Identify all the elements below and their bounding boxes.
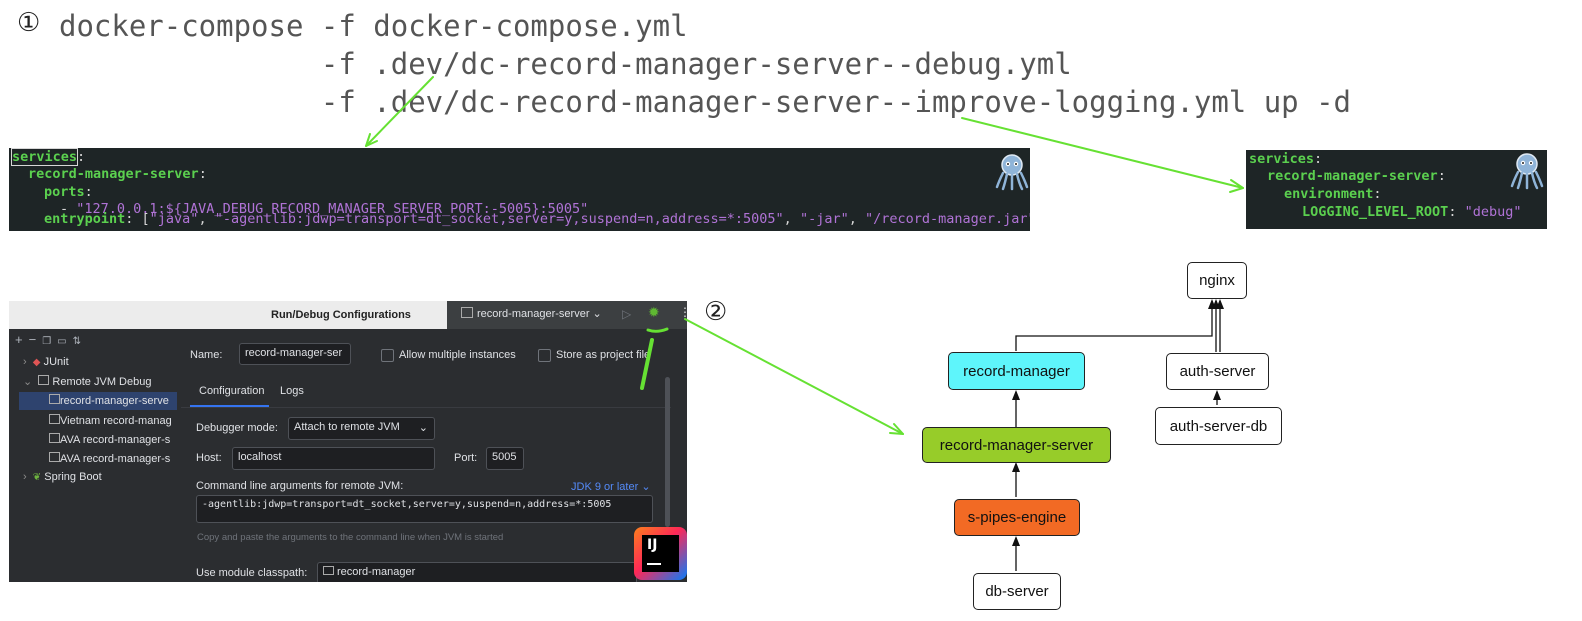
- arrow-debug-yml: [365, 76, 434, 147]
- underline-debug-button: [646, 327, 669, 333]
- annotation-arrows: [365, 76, 1244, 435]
- node-s-pipes-engine: s-pipes-engine: [954, 499, 1080, 536]
- node-record-manager: record-manager: [948, 352, 1085, 390]
- node-nginx: nginx: [1187, 262, 1247, 299]
- node-auth-server-db: auth-server-db: [1155, 407, 1282, 445]
- pointer-debug-button: [640, 338, 654, 390]
- service-dependency-diagram: nginx record-manager auth-server auth-se…: [905, 253, 1307, 621]
- node-db-server: db-server: [973, 573, 1061, 610]
- arrow-debug-button: [684, 318, 904, 435]
- arrow-logging-yml: [961, 117, 1244, 189]
- node-record-manager-server: record-manager-server: [922, 427, 1111, 463]
- node-auth-server: auth-server: [1166, 353, 1269, 390]
